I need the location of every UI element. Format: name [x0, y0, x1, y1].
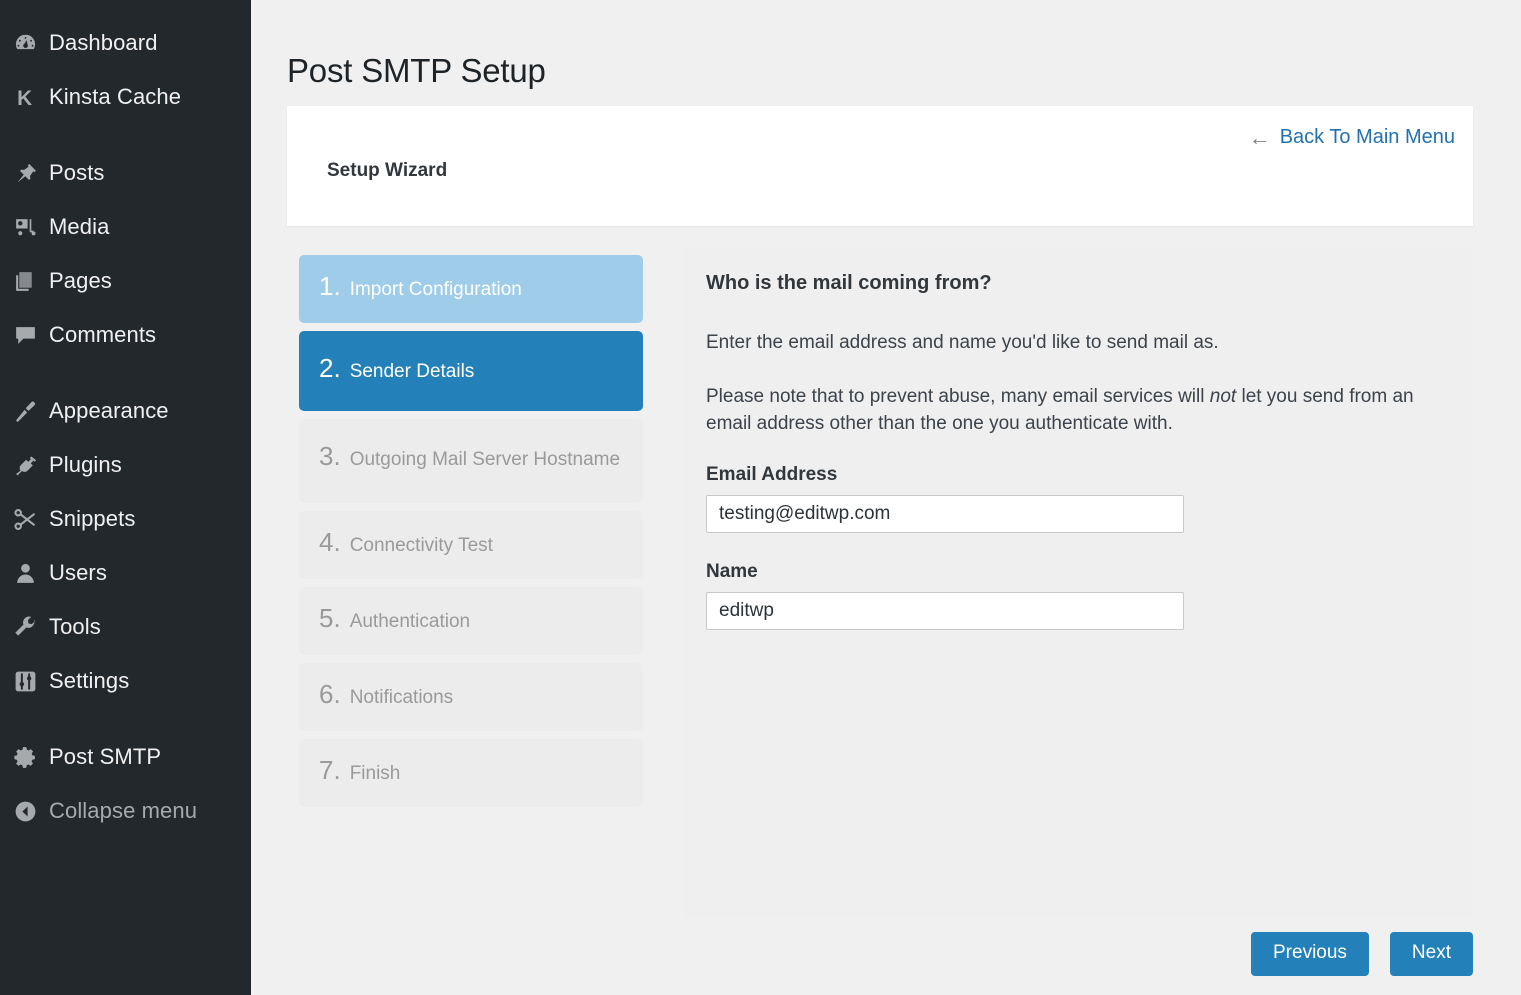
- sidebar-item-label: Pages: [49, 268, 112, 294]
- media-icon: [13, 210, 49, 244]
- sidebar-item-snippets[interactable]: Snippets: [0, 492, 251, 546]
- name-label: Name: [706, 561, 1451, 583]
- step-label: Finish: [350, 759, 401, 789]
- step-number: 6.: [319, 679, 341, 710]
- sidebar-item-label: Comments: [49, 322, 156, 348]
- plug-icon: [13, 448, 49, 482]
- sidebar-item-label: Users: [49, 560, 107, 586]
- sidebar-item-label: Plugins: [49, 452, 122, 478]
- sidebar-item-comments[interactable]: Comments: [0, 308, 251, 362]
- wizard-step-7[interactable]: 7. Finish: [299, 739, 643, 807]
- sidebar-separator: [0, 708, 251, 730]
- paragraph-2-part-1: Please note that to prevent abuse, many …: [706, 386, 1210, 407]
- step-number: 7.: [319, 755, 341, 786]
- previous-button[interactable]: Previous: [1251, 932, 1369, 976]
- step-label: Import Configuration: [350, 275, 522, 305]
- panel-paragraph-1: Enter the email address and name you'd l…: [706, 329, 1446, 357]
- step-label: Outgoing Mail Server Hostname: [350, 445, 620, 475]
- wizard-footer-buttons: Previous Next: [1251, 932, 1473, 976]
- pages-icon: [13, 264, 49, 298]
- sidebar-item-appearance[interactable]: Appearance: [0, 384, 251, 438]
- wizard-step-1[interactable]: 1. Import Configuration: [299, 255, 643, 323]
- page-title: Post SMTP Setup: [287, 52, 546, 90]
- comments-icon: [13, 318, 49, 352]
- sidebar-item-settings[interactable]: Settings: [0, 654, 251, 708]
- svg-text:K: K: [17, 86, 32, 109]
- sidebar-item-users[interactable]: Users: [0, 546, 251, 600]
- wordpress-admin-screen: Dashboard K Kinsta Cache Posts Media: [0, 0, 1521, 995]
- sidebar-item-label: Settings: [49, 668, 129, 694]
- step-number: 1.: [319, 271, 341, 302]
- panel-heading: Who is the mail coming from?: [706, 272, 1451, 295]
- email-address-label: Email Address: [706, 464, 1451, 486]
- sidebar-item-label: Appearance: [49, 398, 169, 424]
- sidebar-item-label: Dashboard: [49, 30, 158, 56]
- sidebar-separator: [0, 362, 251, 384]
- sidebar-item-label: Tools: [49, 614, 101, 640]
- back-to-main-menu-link[interactable]: ← Back To Main Menu: [1249, 126, 1455, 149]
- wizard-step-3[interactable]: 3. Outgoing Mail Server Hostname: [299, 419, 643, 503]
- sidebar-item-plugins[interactable]: Plugins: [0, 438, 251, 492]
- sidebar-item-label: Post SMTP: [49, 744, 161, 770]
- step-number: 4.: [319, 527, 341, 558]
- step-label: Sender Details: [350, 357, 475, 387]
- step-number: 3.: [319, 441, 341, 472]
- sidebar-item-label: Media: [49, 214, 109, 240]
- dashboard-icon: [13, 26, 49, 60]
- back-to-main-menu-label: Back To Main Menu: [1280, 126, 1455, 149]
- step-label: Authentication: [350, 607, 470, 637]
- sidebar-item-collapse-menu[interactable]: Collapse menu: [0, 784, 251, 838]
- sidebar-item-kinsta-cache[interactable]: K Kinsta Cache: [0, 70, 251, 124]
- paintbrush-icon: [13, 394, 49, 428]
- wizard-step-5[interactable]: 5. Authentication: [299, 587, 643, 655]
- kinsta-k-icon: K: [13, 80, 49, 114]
- step-label: Notifications: [350, 683, 454, 713]
- wizard-card-title: Setup Wizard: [327, 160, 447, 182]
- sidebar-item-posts[interactable]: Posts: [0, 146, 251, 200]
- wrench-icon: [13, 610, 49, 644]
- paragraph-2-emphasis: not: [1210, 386, 1236, 407]
- user-icon: [13, 556, 49, 590]
- sidebar-item-media[interactable]: Media: [0, 200, 251, 254]
- panel-paragraph-2: Please note that to prevent abuse, many …: [706, 383, 1446, 438]
- step-number: 2.: [319, 353, 341, 384]
- sidebar-item-post-smtp[interactable]: Post SMTP: [0, 730, 251, 784]
- sidebar-item-dashboard[interactable]: Dashboard: [0, 16, 251, 70]
- scissors-icon: [13, 502, 49, 536]
- setup-wizard-card: Setup Wizard ← Back To Main Menu: [287, 106, 1473, 226]
- gear-icon: [13, 740, 49, 774]
- sidebar-item-pages[interactable]: Pages: [0, 254, 251, 308]
- main-content-area: Post SMTP Setup Setup Wizard ← Back To M…: [251, 0, 1521, 995]
- sidebar-separator: [0, 124, 251, 146]
- pin-icon: [13, 156, 49, 190]
- sidebar-item-label: Collapse menu: [49, 798, 197, 824]
- step-number: 5.: [319, 603, 341, 634]
- sidebar-item-label: Kinsta Cache: [49, 84, 181, 110]
- name-input[interactable]: [706, 592, 1184, 630]
- sliders-icon: [13, 664, 49, 698]
- step-label: Connectivity Test: [350, 531, 493, 561]
- collapse-arrow-icon: [13, 794, 49, 828]
- next-button[interactable]: Next: [1390, 932, 1473, 976]
- wizard-steps-list: 1. Import Configuration 2. Sender Detail…: [299, 255, 643, 815]
- email-address-input[interactable]: [706, 495, 1184, 533]
- left-arrow-icon: ←: [1249, 127, 1271, 149]
- wizard-step-6[interactable]: 6. Notifications: [299, 663, 643, 731]
- wizard-step-2[interactable]: 2. Sender Details: [299, 331, 643, 411]
- sidebar-item-tools[interactable]: Tools: [0, 600, 251, 654]
- sidebar-item-label: Posts: [49, 160, 105, 186]
- wizard-step-4[interactable]: 4. Connectivity Test: [299, 511, 643, 579]
- admin-sidebar: Dashboard K Kinsta Cache Posts Media: [0, 0, 251, 995]
- sidebar-item-label: Snippets: [49, 506, 135, 532]
- sender-details-panel: Who is the mail coming from? Enter the e…: [684, 248, 1473, 918]
